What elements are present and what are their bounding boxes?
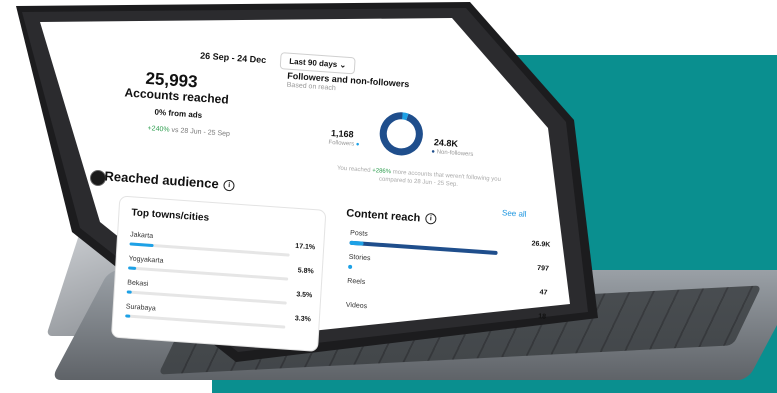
chevron-down-icon: ⌄: [339, 60, 347, 70]
donut-non-followers: [379, 112, 423, 156]
non-followers-label: ● Non-followers: [431, 149, 473, 158]
town-bar-fill: [128, 266, 137, 270]
town-pct: 5.8%: [297, 267, 314, 276]
reach-name: Videos: [345, 301, 368, 311]
date-row: 26 Sep - 24 Dec Last 90 days ⌄: [200, 47, 356, 75]
reach-value: 18: [537, 313, 547, 321]
period-label: Last 90 days: [288, 56, 338, 70]
followers-value: 1,168: [330, 127, 354, 140]
non-followers-value: 24.8K: [433, 137, 459, 149]
followers-label: Followers ●: [328, 140, 359, 148]
reached-audience-label: Reached audience: [104, 168, 220, 192]
town-pct: 3.5%: [296, 291, 313, 300]
reached-audience-title: Reached audience i: [104, 168, 235, 192]
reach-bar-fill: [348, 264, 353, 269]
town-row: Jakarta 17.1%: [129, 231, 316, 258]
reach-value: 26.9K: [531, 240, 551, 249]
town-bar-fill: [126, 290, 132, 294]
date-range: 26 Sep - 24 Dec: [199, 50, 267, 65]
growth-text: +240% vs 28 Jun - 25 Sep: [147, 125, 230, 138]
growth-pct: +240%: [147, 125, 170, 134]
reach-value: 47: [539, 289, 548, 297]
info-icon[interactable]: i: [223, 179, 235, 192]
followers-label-text: Followers: [328, 139, 355, 148]
followers-donut-chart: [379, 112, 423, 156]
followers-dot-icon: ●: [355, 141, 360, 148]
reach-row: Videos 18: [345, 301, 547, 323]
reach-name: Reels: [347, 277, 366, 286]
growth-compare: vs 28 Jun - 25 Sep: [171, 126, 231, 138]
content-reach-label: Content reach: [345, 207, 421, 225]
note-rest: more accounts that weren't following you…: [378, 169, 502, 189]
reach-value: 797: [536, 264, 550, 273]
non-followers-label-text: Non-followers: [436, 149, 474, 158]
town-bar-fill: [129, 242, 154, 248]
reach-row: Reels 47: [347, 277, 548, 299]
reach-row: Stories 797: [348, 254, 549, 283]
reach-bar-accent: [349, 240, 364, 246]
non-followers-dot-icon: ●: [431, 149, 436, 156]
content-reach-title: Content reach i: [346, 207, 437, 225]
see-all-link[interactable]: See all: [502, 208, 527, 219]
followers-note: You reached +286% more accounts that wer…: [328, 164, 509, 193]
info-icon[interactable]: i: [424, 212, 437, 225]
town-row: Yogyakarta 5.8%: [128, 255, 314, 282]
town-row: Bekasi 3.5%: [126, 279, 313, 306]
note-pct: +286%: [371, 167, 392, 176]
top-towns-card: Top towns/cities Jakarta 17.1% Yogyakart…: [110, 195, 327, 352]
note-prefix: You reached: [336, 165, 373, 174]
town-pct: 3.3%: [294, 315, 312, 324]
accounts-reached-label: Accounts reached: [124, 85, 230, 107]
insights-screen: 26 Sep - 24 Dec Last 90 days ⌄ 25,993 Ac…: [34, 14, 572, 352]
reach-row: Posts 26.9K: [349, 230, 550, 259]
town-bar-fill: [125, 314, 131, 318]
town-row: Surabaya 3.3%: [125, 303, 311, 330]
town-pct: 17.1%: [295, 242, 316, 252]
top-towns-title: Top towns/cities: [131, 207, 210, 224]
from-ads-text: 0% from ads: [154, 107, 203, 120]
